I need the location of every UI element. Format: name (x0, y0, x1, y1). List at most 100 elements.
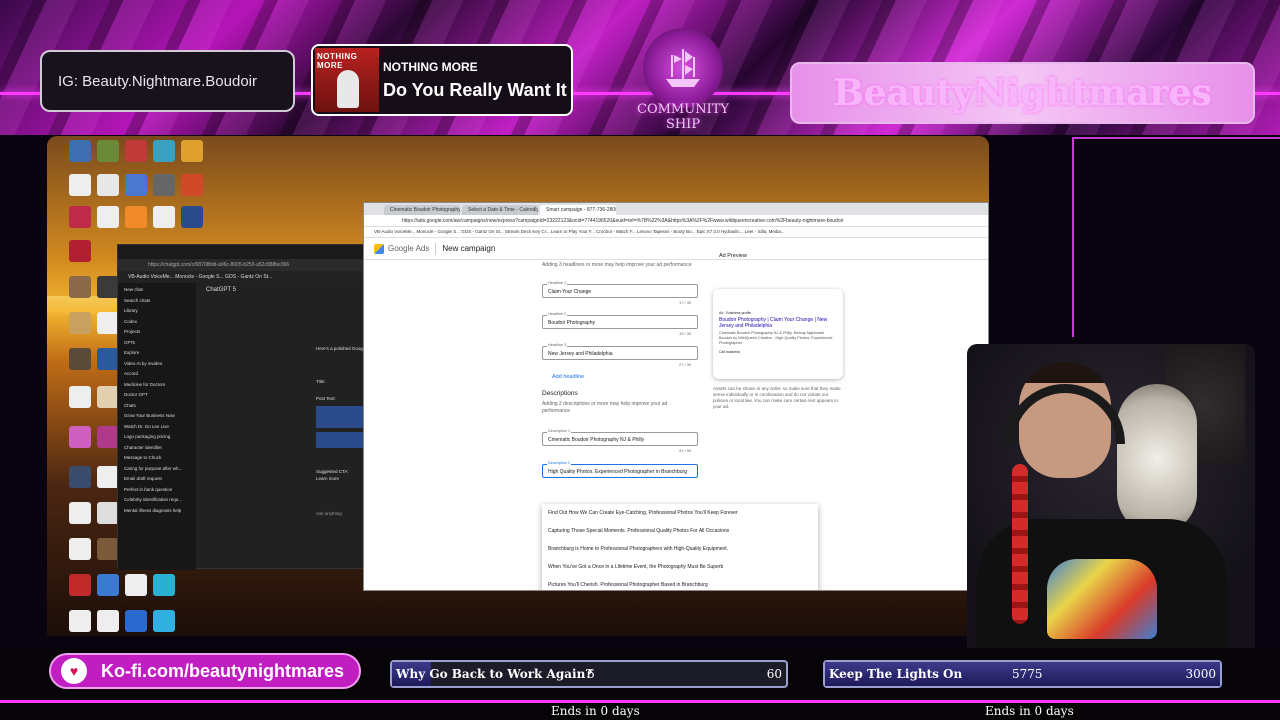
chat-sidebar-item[interactable]: Watch Dr. Do Lee Live (124, 424, 190, 429)
chat-sidebar-item[interactable]: Medicine for Doctors (124, 382, 190, 387)
desktop-icon[interactable] (69, 206, 91, 228)
desktop-icon[interactable] (181, 140, 203, 162)
suggestion-item[interactable]: Find Out How We Can Create Eye-Catching,… (548, 510, 738, 516)
field-value: Boudoir Photography (548, 320, 595, 326)
suggestion-item[interactable]: Branchburg is Home to Professional Photo… (548, 546, 728, 552)
chat-sidebar-item[interactable]: Search chats (124, 298, 190, 303)
desktop-icon[interactable] (97, 466, 119, 488)
bookmarks-bar[interactable]: VB-Audio VoiceMe... Monocle - Google S..… (364, 227, 988, 238)
chat-sidebar-item[interactable]: Celebrity identification requ... (124, 497, 190, 502)
chat-sidebar: New chat Search chats Library Codex Projects… (118, 283, 196, 570)
desktop-icon[interactable] (97, 312, 119, 334)
address-bar[interactable]: https://ads.google.com/aw/campaigns/new/… (364, 215, 988, 227)
chat-sidebar-item[interactable]: Projects (124, 329, 190, 334)
kofi-link[interactable]: Ko-fi.com/beautynightmares (101, 661, 344, 682)
suggestion-item[interactable]: Pictures You'll Cherish. Professional Ph… (548, 582, 708, 588)
desktop-icon[interactable] (153, 610, 175, 632)
desktop-icon[interactable] (69, 610, 91, 632)
now-playing-widget: NOTHING MORE NOTHING MORE Do You Really … (311, 44, 573, 116)
browser-tab[interactable]: Cinematic Boudoir Photography (384, 205, 460, 215)
chat-sidebar-item[interactable]: Mental illness diagnosis help (124, 508, 190, 513)
desktop-icon[interactable] (97, 538, 119, 560)
browser-tab[interactable]: Select a Date & Time - Calendly (462, 205, 538, 215)
desktop-icon[interactable] (153, 206, 175, 228)
chat-sidebar-item[interactable]: Grow Your Business Now (124, 413, 190, 418)
chat-sidebar-item[interactable]: Email draft request (124, 476, 190, 481)
chat-sidebar-item[interactable]: Logo packaging pricing (124, 434, 190, 439)
preview-headline[interactable]: Boudoir Photography | Claim Your Change … (719, 317, 837, 329)
preview-note: Assets can be shown in any order, so mak… (713, 386, 841, 409)
desktop-icon[interactable] (125, 610, 147, 632)
chat-sidebar-item[interactable]: Message to Chuck (124, 455, 190, 460)
chat-sidebar-item[interactable]: Character identifier (124, 445, 190, 450)
desktop-icon[interactable] (69, 174, 91, 196)
google-ads-logo-icon (374, 243, 384, 254)
suggestion-item[interactable]: When You've Got a Once in a Lifetime Eve… (548, 564, 723, 570)
chat-sidebar-item[interactable]: Codex (124, 319, 190, 324)
decorative-frame (1072, 137, 1280, 337)
desktop-icon[interactable] (125, 206, 147, 228)
headlines-hint: Adding 3 headlines or more may help impr… (542, 262, 692, 268)
chat-sidebar-item[interactable]: Perfect in bank question (124, 487, 190, 492)
desktop-icon[interactable] (69, 538, 91, 560)
desktop-icon[interactable] (181, 174, 203, 196)
desktop-icon[interactable] (153, 574, 175, 596)
chat-sidebar-item[interactable]: Doctor GPT (124, 392, 190, 397)
field-value: New Jersey and Philadelphia (548, 351, 613, 357)
desktop-icon[interactable] (181, 206, 203, 228)
instagram-handle-box: IG: Beauty.Nightmare.Boudoir (40, 50, 295, 112)
chat-sidebar-item[interactable]: Library (124, 308, 190, 313)
headline-2-field[interactable]: Headline 2 Boudoir Photography (542, 312, 698, 329)
desktop-icon[interactable] (97, 276, 119, 298)
desktop-icon[interactable] (69, 466, 91, 488)
desktop-icon[interactable] (153, 140, 175, 162)
desktop-icon[interactable] (97, 386, 119, 408)
shirt-print (1047, 559, 1157, 639)
desktop-icon[interactable] (97, 502, 119, 524)
add-headline-button[interactable]: Add headline (552, 374, 584, 380)
desktop-icon[interactable] (125, 140, 147, 162)
desktop-icon[interactable] (97, 140, 119, 162)
desktop-icon[interactable] (69, 386, 91, 408)
chat-sidebar-item[interactable]: New chat (124, 287, 190, 292)
chat-sidebar-item[interactable]: Video AI by invideo (124, 361, 190, 366)
field-label: Headline 1 (547, 281, 568, 285)
browser-tab-active[interactable]: Smart campaign - 877-736-2800 (540, 205, 616, 215)
desktop-icon[interactable] (69, 276, 91, 298)
kofi-banner[interactable]: ♥ Ko-fi.com/beautynightmares (49, 653, 361, 689)
song-title: Do You Really Want It (383, 80, 567, 100)
desktop-icon[interactable] (69, 240, 91, 262)
desktop-icon[interactable] (69, 140, 91, 162)
suggestion-item[interactable]: Capturing Those Special Moments. Profess… (548, 528, 729, 534)
desktop-icon[interactable] (125, 574, 147, 596)
desktop-icon[interactable] (69, 502, 91, 524)
desktop-icon[interactable] (69, 312, 91, 334)
desktop-icon[interactable] (97, 206, 119, 228)
desktop-icon[interactable] (97, 174, 119, 196)
desktop-icon[interactable] (97, 426, 119, 448)
chat-sidebar-item[interactable]: GPTs (124, 340, 190, 345)
desktop-icon[interactable] (69, 574, 91, 596)
desktop-icon[interactable] (69, 348, 91, 370)
chat-sidebar-item[interactable]: Chats (124, 403, 190, 408)
desktop-icon[interactable] (97, 348, 119, 370)
preview-call-button[interactable]: Call business (719, 350, 837, 354)
ship-caption: COMMUNITY SHIP (637, 102, 729, 132)
headline-3-field[interactable]: Headline 3 New Jersey and Philadelphia (542, 343, 698, 360)
description-2-field[interactable]: Description 2 High Quality Photos. Experi… (542, 461, 698, 478)
desktop-icon[interactable] (153, 174, 175, 196)
desktop-icon[interactable] (125, 174, 147, 196)
char-count: 19 / 30 (679, 331, 692, 336)
stream-overlay: IG: Beauty.Nightmare.Boudoir NOTHING MOR… (0, 0, 1280, 720)
desktop-icon[interactable] (97, 574, 119, 596)
chat-sidebar-item[interactable]: Explore (124, 350, 190, 355)
description-1-field[interactable]: Description 1 Cinematic Boudoir Photograp… (542, 429, 698, 446)
desktop-icon[interactable] (97, 610, 119, 632)
headline-1-field[interactable]: Headline 1 Claim Your Change (542, 281, 698, 298)
chat-sidebar-item[interactable]: Accord (124, 371, 190, 376)
song-artist: NOTHING MORE (383, 60, 478, 74)
char-count: 27 / 30 (679, 362, 692, 367)
chat-sidebar-item[interactable]: Caring for purpose after wh... (124, 466, 190, 471)
google-ads-label[interactable]: Google Ads (388, 244, 429, 253)
desktop-icon[interactable] (69, 426, 91, 448)
